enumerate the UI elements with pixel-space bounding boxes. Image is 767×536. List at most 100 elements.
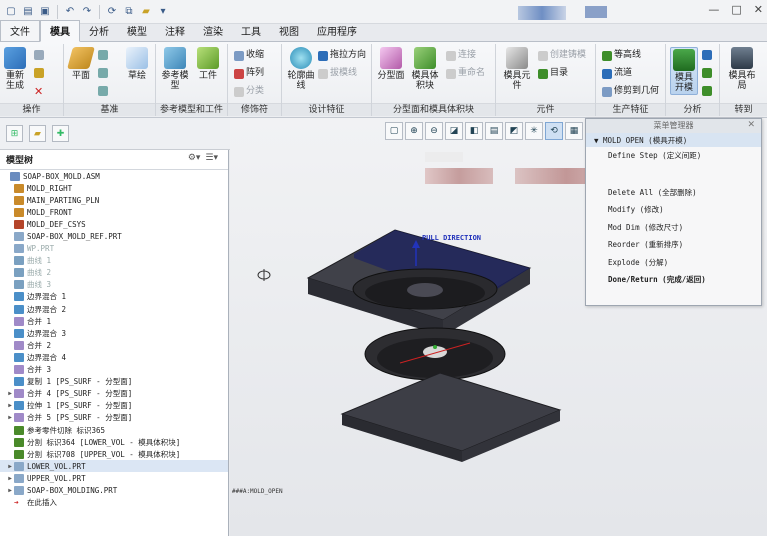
tree-item[interactable]: 合并 3 (0, 364, 228, 376)
tree-item[interactable]: MOLD_RIGHT (0, 182, 228, 194)
redo-icon[interactable]: ↷ (80, 5, 94, 19)
expand-icon[interactable]: ▶ (6, 390, 14, 397)
tab-0[interactable]: 文件 (0, 20, 40, 41)
tab-7[interactable]: 视图 (270, 21, 308, 41)
expand-icon[interactable]: ▶ (6, 487, 14, 494)
tree-item[interactable]: 边界混合 3 (0, 327, 228, 339)
tree-item[interactable]: 曲线 3 (0, 279, 228, 291)
tab-3[interactable]: 模型 (118, 21, 156, 41)
draft-check-button[interactable]: 拔模线 (318, 68, 357, 79)
analysis-icon-3[interactable] (702, 86, 712, 96)
tree-item[interactable]: 分割 标识708 [UPPER_VOL - 模具体积块] (0, 448, 228, 460)
tree-item[interactable]: MAIN_PARTING_PLN (0, 194, 228, 206)
regenerate-button[interactable]: 重新生成 (2, 47, 28, 91)
menu-item-3[interactable]: Mod Dim (修改尺寸) (586, 219, 761, 237)
mold-component-button[interactable]: 模具元件 (502, 47, 532, 91)
folder-icon[interactable]: ▰ (139, 5, 153, 19)
delete-button[interactable]: ✕ (34, 86, 43, 97)
open-icon[interactable]: ▤ (21, 5, 35, 19)
tree-item[interactable]: 复制 1 [PS_SURF - 分型面] (0, 376, 228, 388)
array-button[interactable]: 阵列 (234, 68, 264, 79)
menu-item-4[interactable]: Reorder (重新排序) (586, 236, 761, 254)
folder-browser-icon[interactable]: ▰ (29, 125, 46, 142)
menu-header-mold-open[interactable]: ▼ MOLD OPEN (模具开模) (586, 133, 761, 147)
expand-icon[interactable]: ▶ (6, 475, 14, 482)
tree-item[interactable]: 参考零件切除 标识365 (0, 424, 228, 436)
classify-button[interactable]: 分类 (234, 86, 264, 97)
connect-button[interactable]: 连接 (446, 50, 476, 61)
menu-item-1[interactable]: Delete All (全部删除) (586, 184, 761, 202)
menu-item-0[interactable]: Define Step (定义间距) (586, 147, 761, 165)
analysis-icon-2[interactable] (702, 68, 712, 78)
trim-geometry-button[interactable]: 修剪到几何 (602, 86, 659, 97)
minimize-button[interactable]: — (708, 3, 719, 16)
mold-open-button[interactable]: 模具开模 (670, 47, 698, 95)
plane-button[interactable]: 平面 (67, 47, 95, 81)
tree-settings-icon[interactable]: ⚙▾ (188, 153, 201, 163)
tree-item[interactable]: 合并 2 (0, 339, 228, 351)
favorites-icon[interactable]: ✚ (52, 125, 69, 142)
menu-item-6[interactable]: Done/Return (完成/返回) (586, 271, 761, 289)
point-button[interactable] (98, 68, 108, 78)
regenerate-icon[interactable]: ⟳ (105, 5, 119, 19)
menu-item-2[interactable]: Modify (修改) (586, 201, 761, 219)
expand-icon[interactable]: ▶ (6, 402, 14, 409)
undo-icon[interactable]: ↶ (63, 5, 77, 19)
tab-8[interactable]: 应用程序 (308, 21, 366, 41)
rename-button[interactable]: 重命名 (446, 68, 485, 79)
runner-button[interactable]: 流道 (602, 68, 632, 79)
menu-close-icon[interactable]: ✕ (747, 119, 755, 132)
parting-surface-button[interactable]: 分型面 (376, 47, 406, 81)
tree-item[interactable]: ▶ LOWER_VOL.PRT (0, 460, 228, 473)
refmodel-button[interactable]: 参考模型 (160, 47, 190, 91)
tab-4[interactable]: 注释 (156, 21, 194, 41)
tree-item[interactable]: ▶ SOAP-BOX_MOLDING.PRT (0, 484, 228, 496)
tree-item[interactable]: ▶ 合并 5 [PS_SURF - 分型面] (0, 412, 228, 424)
tree-item[interactable]: SOAP-BOX_MOLD_REF.PRT (0, 230, 228, 242)
analysis-icon-1[interactable] (702, 50, 712, 60)
paste-button[interactable] (34, 68, 44, 78)
copy-button[interactable] (34, 50, 44, 60)
expand-icon[interactable]: ▶ (6, 463, 14, 470)
new-icon[interactable]: ▢ (4, 5, 18, 19)
tree-item[interactable]: ▶ UPPER_VOL.PRT (0, 472, 228, 484)
silhouette-button[interactable]: 轮廓曲线 (286, 47, 316, 91)
tab-2[interactable]: 分析 (80, 21, 118, 41)
tree-item[interactable]: 边界混合 4 (0, 351, 228, 363)
tree-item[interactable]: 曲线 1 (0, 255, 228, 267)
csys-button[interactable] (98, 86, 108, 96)
tree-item[interactable]: 分割 标识364 [LOWER_VOL - 模具体积块] (0, 436, 228, 448)
tab-6[interactable]: 工具 (232, 21, 270, 41)
model-tree-icon[interactable]: ⊞ (6, 125, 23, 142)
mold-layout-button[interactable]: 模具布局 (726, 47, 758, 91)
tree-item[interactable]: 曲线 2 (0, 267, 228, 279)
close-button[interactable]: ✕ (754, 3, 763, 16)
expand-icon[interactable]: ▶ (6, 414, 14, 421)
tree-columns-icon[interactable]: ☰▾ (205, 153, 218, 163)
tree-item[interactable]: MOLD_DEF_CSYS (0, 218, 228, 230)
sketch-button[interactable]: 草绘 (124, 47, 150, 81)
windows-icon[interactable]: ⧉ (122, 5, 136, 19)
chevron-down-icon[interactable]: ▾ (156, 5, 170, 19)
tree-item[interactable]: ➔ 在此插入 (0, 497, 228, 509)
catalog-button[interactable]: 目录 (538, 68, 568, 79)
tree-item[interactable]: 边界混合 2 (0, 303, 228, 315)
draft-direction-button[interactable]: 拖拉方向 (318, 50, 366, 61)
axis-button[interactable] (98, 50, 108, 60)
tree-item[interactable]: SOAP-BOX_MOLD.ASM (0, 170, 228, 182)
tree-item[interactable]: ▶ 拉伸 1 [PS_SURF - 分型面] (0, 400, 228, 412)
tree-item[interactable]: ▶ 合并 4 [PS_SURF - 分型面] (0, 388, 228, 400)
create-cast-button[interactable]: 创建铸模 (538, 50, 586, 61)
workpiece-button[interactable]: 工件 (194, 47, 222, 81)
maximize-button[interactable]: □ (731, 3, 741, 16)
tab-1[interactable]: 模具 (40, 20, 80, 42)
save-icon[interactable]: ▣ (38, 5, 52, 19)
tab-5[interactable]: 渲染 (194, 21, 232, 41)
tree-item[interactable]: MOLD_FRONT (0, 206, 228, 218)
contour-button[interactable]: 等高线 (602, 50, 641, 61)
tree-item[interactable]: WP.PRT (0, 243, 228, 255)
mold-volume-button[interactable]: 模具体积块 (408, 47, 442, 91)
tree-item[interactable]: 合并 1 (0, 315, 228, 327)
shrink-button[interactable]: 收缩 (234, 50, 264, 61)
menu-item-5[interactable]: Explode (分解) (586, 254, 761, 272)
